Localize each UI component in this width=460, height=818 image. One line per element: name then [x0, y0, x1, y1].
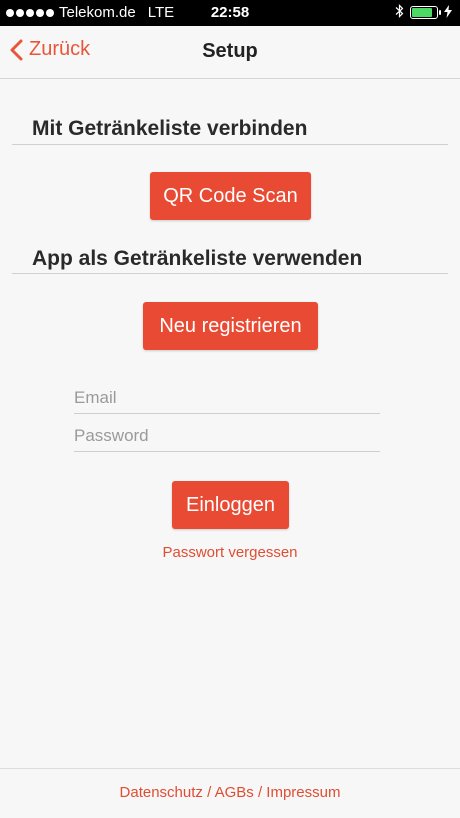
section-divider: [12, 144, 448, 145]
login-button[interactable]: Einloggen: [172, 481, 289, 529]
status-bar: Telekom.de LTE 22:58: [0, 0, 460, 26]
terms-link[interactable]: AGBs: [215, 784, 254, 801]
footer-separator: /: [202, 784, 215, 801]
register-button[interactable]: Neu registrieren: [143, 302, 318, 350]
email-field[interactable]: [74, 376, 380, 414]
page-title: Setup: [202, 40, 258, 62]
battery-icon: [410, 6, 441, 19]
charging-icon: [444, 4, 452, 21]
use-app-section-title: App als Getränkeliste verwenden: [32, 247, 363, 270]
imprint-link[interactable]: Impressum: [266, 784, 340, 801]
password-field[interactable]: [74, 414, 380, 452]
status-right: [395, 4, 452, 21]
forgot-password-link[interactable]: Passwort vergessen: [0, 544, 460, 561]
battery-level: [412, 8, 432, 17]
clock: 22:58: [210, 4, 250, 21]
password-input[interactable]: [74, 414, 380, 451]
navigation-bar: Zurück Setup: [0, 26, 460, 79]
footer-separator: /: [253, 784, 267, 801]
section-divider: [12, 273, 448, 274]
qr-scan-button[interactable]: QR Code Scan: [150, 172, 311, 220]
footer-links: Datenschutz / AGBs / Impressum: [0, 784, 460, 801]
privacy-link[interactable]: Datenschutz: [120, 784, 203, 801]
connect-section-title: Mit Getränkeliste verbinden: [32, 117, 308, 140]
email-input[interactable]: [74, 376, 380, 413]
bluetooth-icon: [395, 4, 404, 21]
footer-divider: [0, 768, 460, 769]
